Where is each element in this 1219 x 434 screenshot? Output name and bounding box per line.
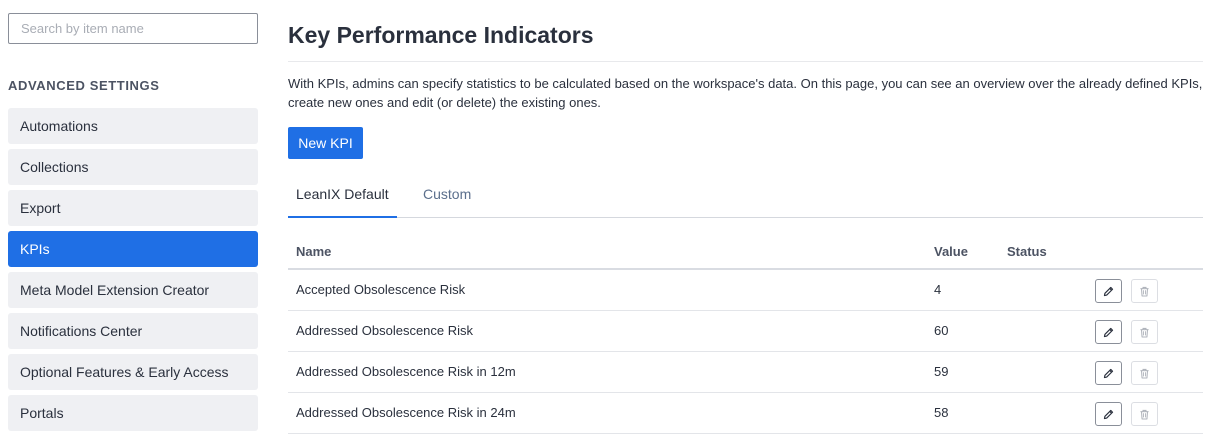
sidebar-item-meta-model-extension-creator[interactable]: Meta Model Extension Creator (8, 272, 258, 308)
settings-nav: Automations Collections Export KPIs Meta… (8, 108, 258, 434)
tab-leanix-default[interactable]: LeanIX Default (288, 176, 397, 218)
new-kpi-button[interactable]: New KPI (288, 127, 363, 159)
edit-button[interactable] (1095, 402, 1122, 426)
pencil-icon (1102, 326, 1115, 339)
delete-button[interactable] (1131, 279, 1158, 303)
trash-icon (1138, 285, 1151, 298)
table-header: Name Value Status (288, 232, 1203, 270)
tab-bar: LeanIX Default Custom (288, 176, 1203, 218)
table-row: Addressed Obsolescence Risk 60 (288, 311, 1203, 352)
delete-button[interactable] (1131, 361, 1158, 385)
trash-icon (1138, 326, 1151, 339)
kpi-name: Accepted Obsolescence Risk (296, 282, 466, 297)
delete-button[interactable] (1131, 402, 1158, 426)
page-title: Key Performance Indicators (288, 22, 594, 48)
kpi-name: Addressed Obsolescence Risk (296, 323, 474, 338)
sidebar-item-automations[interactable]: Automations (8, 108, 258, 144)
page-description: With KPIs, admins can specify statistics… (288, 76, 1203, 110)
kpi-value: 59 (934, 364, 949, 379)
kpi-name: Addressed Obsolescence Risk in 24m (296, 405, 516, 420)
table-row: Accepted Obsolescence Risk 4 (288, 270, 1203, 311)
sidebar-item-kpis[interactable]: KPIs (8, 231, 258, 267)
main-content: Key Performance Indicators With KPIs, ad… (288, 0, 1203, 434)
trash-icon (1138, 367, 1151, 380)
sidebar: ADVANCED SETTINGS Automations Collection… (0, 0, 268, 434)
sidebar-item-collections[interactable]: Collections (8, 149, 258, 185)
search-input[interactable] (8, 13, 258, 44)
sidebar-item-optional-features[interactable]: Optional Features & Early Access (8, 354, 258, 390)
pencil-icon (1102, 367, 1115, 380)
kpi-value: 58 (934, 405, 949, 420)
delete-button[interactable] (1131, 320, 1158, 344)
sidebar-item-notifications-center[interactable]: Notifications Center (8, 313, 258, 349)
edit-button[interactable] (1095, 279, 1122, 303)
kpi-name: Addressed Obsolescence Risk in 12m (296, 364, 516, 379)
sidebar-item-export[interactable]: Export (8, 190, 258, 226)
table-row: Addressed Obsolescence Risk in 24m 58 (288, 393, 1203, 434)
trash-icon (1138, 408, 1151, 421)
kpi-value: 60 (934, 323, 949, 338)
title-divider (288, 61, 1203, 62)
pencil-icon (1102, 285, 1115, 298)
column-header-value: Value (934, 244, 968, 259)
pencil-icon (1102, 408, 1115, 421)
edit-button[interactable] (1095, 361, 1122, 385)
table-body: Accepted Obsolescence Risk 4 Addressed Obs… (288, 270, 1203, 434)
edit-button[interactable] (1095, 320, 1122, 344)
section-title: ADVANCED SETTINGS (8, 78, 160, 93)
kpi-table: Name Value Status Accepted Obsolescence … (288, 232, 1203, 434)
tab-custom[interactable]: Custom (415, 176, 479, 218)
column-header-status: Status (1007, 244, 1047, 259)
column-header-name: Name (296, 244, 332, 259)
kpi-value: 4 (934, 282, 942, 297)
table-row: Addressed Obsolescence Risk in 12m 59 (288, 352, 1203, 393)
sidebar-item-portals[interactable]: Portals (8, 395, 258, 431)
